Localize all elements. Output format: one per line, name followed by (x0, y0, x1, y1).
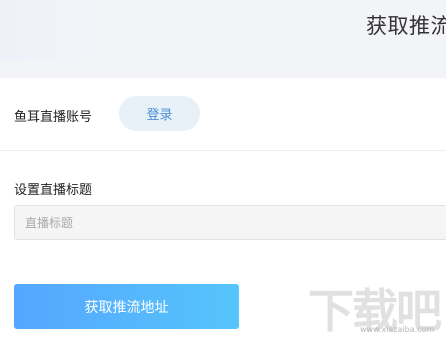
header-bar: 获取推流 (0, 0, 446, 78)
stream-title-input[interactable] (14, 205, 446, 240)
watermark-logo: 下载吧 www.xiazaiba.com (308, 275, 446, 338)
login-button[interactable]: 登录 (119, 96, 200, 131)
stream-title-label: 设置直播标题 (14, 183, 93, 198)
watermark-url: www.xiazaiba.com (360, 325, 435, 334)
page-title: 获取推流 (366, 14, 446, 38)
account-label: 鱼耳直播账号 (14, 110, 93, 125)
get-stream-url-button[interactable]: 获取推流地址 (14, 284, 239, 329)
account-section: 鱼耳直播账号 登录 (0, 78, 446, 151)
blurred-header-area (0, 0, 160, 60)
